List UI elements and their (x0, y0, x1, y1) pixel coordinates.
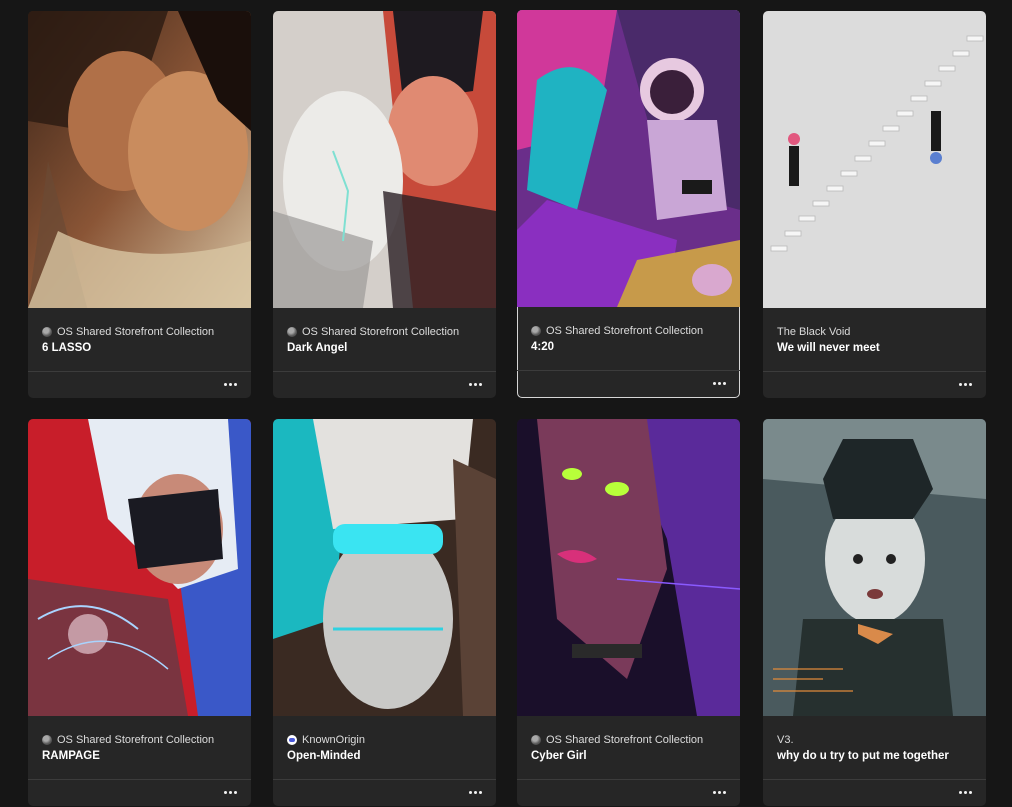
opensea-storefront-icon (531, 735, 541, 745)
ellipsis-icon[interactable] (466, 783, 484, 801)
artwork-image[interactable] (517, 10, 740, 307)
nft-title: Open-Minded (287, 750, 361, 762)
nft-title: Cyber Girl (531, 750, 587, 762)
collection-name[interactable]: OS Shared Storefront Collection (531, 324, 726, 338)
artwork-image[interactable] (763, 11, 986, 308)
nft-card[interactable]: OS Shared Storefront Collection Dark Ang… (273, 11, 496, 398)
card-footer (273, 371, 496, 398)
kissing-couple-painting (28, 11, 251, 308)
card-footer (763, 779, 986, 806)
nft-card[interactable]: OS Shared Storefront Collection Cyber Gi… (517, 419, 740, 806)
card-footer (517, 370, 740, 397)
opensea-storefront-icon (42, 735, 52, 745)
nft-card[interactable]: The Black Void We will never meet (763, 11, 986, 398)
ellipsis-icon[interactable] (221, 783, 239, 801)
artwork-image[interactable] (517, 419, 740, 716)
collection-name[interactable]: OS Shared Storefront Collection (287, 325, 482, 339)
nft-title: Dark Angel (287, 342, 348, 354)
nft-title: 6 LASSO (42, 342, 92, 354)
ellipsis-icon[interactable] (710, 783, 728, 801)
opensea-storefront-icon (287, 327, 297, 337)
nft-card[interactable]: OS Shared Storefront Collection 6 LASSO (28, 11, 251, 398)
staircase-figures-illustration (763, 11, 986, 308)
astronaut-and-woman-painting (517, 10, 740, 307)
artwork-image[interactable] (763, 419, 986, 716)
ellipsis-icon[interactable] (956, 375, 974, 393)
artwork-image[interactable] (273, 419, 496, 716)
nft-card[interactable]: KnownOrigin Open-Minded (273, 419, 496, 806)
ellipsis-icon[interactable] (466, 375, 484, 393)
collection-name[interactable]: OS Shared Storefront Collection (42, 733, 237, 747)
glowing-visor-figure-art (273, 419, 496, 716)
nft-title: We will never meet (777, 342, 880, 354)
neon-eyed-android-portrait (517, 419, 740, 716)
card-footer (28, 371, 251, 398)
opensea-storefront-icon (42, 327, 52, 337)
ellipsis-icon[interactable] (221, 375, 239, 393)
collection-name[interactable]: The Black Void (777, 325, 972, 339)
nft-grid: OS Shared Storefront Collection 6 LASSO (0, 0, 1012, 807)
knownorigin-icon (287, 735, 297, 745)
nft-title: why do u try to put me together (777, 750, 949, 762)
nft-card[interactable]: OS Shared Storefront Collection RAMPAGE (28, 419, 251, 806)
artwork-image[interactable] (28, 11, 251, 308)
collection-name[interactable]: OS Shared Storefront Collection (42, 325, 237, 339)
collection-name[interactable]: OS Shared Storefront Collection (531, 733, 726, 747)
artwork-image[interactable] (28, 419, 251, 716)
ellipsis-icon[interactable] (956, 783, 974, 801)
card-footer (28, 779, 251, 806)
card-footer (763, 371, 986, 398)
card-footer (517, 779, 740, 806)
collection-name[interactable]: KnownOrigin (287, 733, 482, 747)
cyber-masked-woman-art (28, 419, 251, 716)
card-footer (273, 779, 496, 806)
fractured-face-glitch-art (763, 419, 986, 716)
artwork-image[interactable] (273, 11, 496, 308)
nft-card[interactable]: V3. why do u try to put me together (763, 419, 986, 806)
collection-name[interactable]: V3. (777, 733, 972, 747)
nft-card-active[interactable]: OS Shared Storefront Collection 4:20 (517, 10, 740, 398)
nft-title: 4:20 (531, 341, 555, 353)
embracing-couple-painting (273, 11, 496, 308)
opensea-storefront-icon (531, 326, 541, 336)
nft-title: RAMPAGE (42, 750, 100, 762)
ellipsis-icon[interactable] (710, 374, 728, 392)
